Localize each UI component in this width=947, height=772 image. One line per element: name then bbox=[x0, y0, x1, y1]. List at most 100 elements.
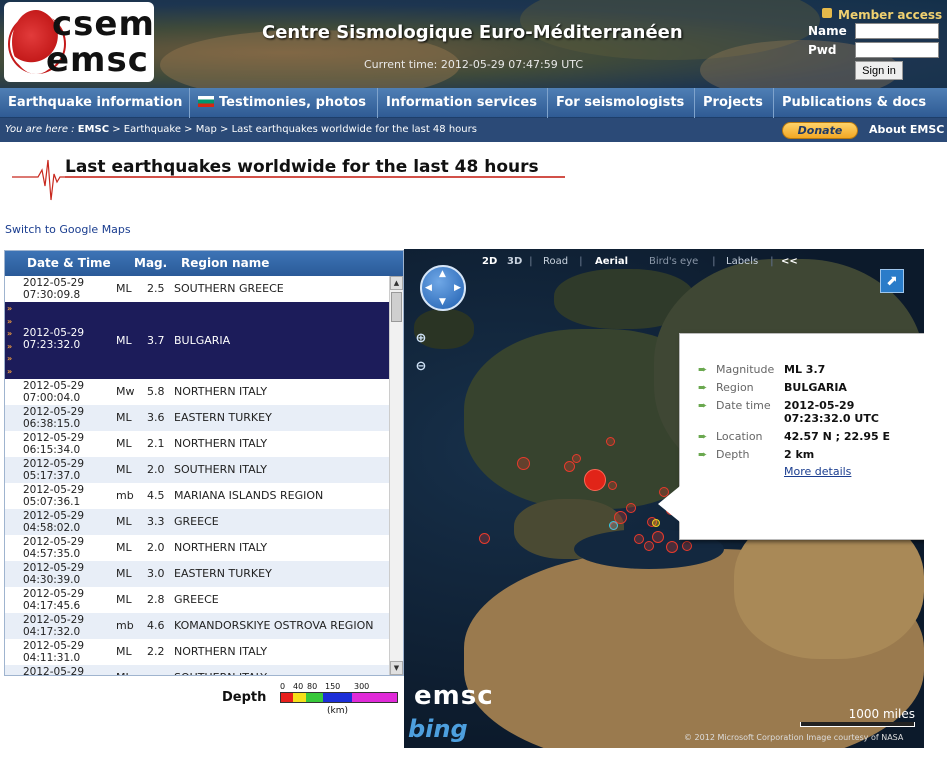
row-region: GREECE bbox=[174, 593, 219, 606]
map-aerial-button[interactable]: Aerial bbox=[595, 256, 628, 267]
map-collapse-toolbar-button[interactable]: << bbox=[781, 256, 798, 267]
nav-projects[interactable]: Projects bbox=[695, 88, 774, 118]
popup-time-value: 07:23:32.0 UTC bbox=[784, 412, 879, 425]
nav-publications-docs[interactable]: Publications & docs bbox=[774, 88, 947, 118]
popup-location-label: ➨ Location bbox=[698, 430, 763, 443]
quake-marker[interactable] bbox=[572, 454, 581, 463]
row-date-time: 2012-05-29 04:30:39.0 bbox=[23, 562, 103, 586]
more-details-link[interactable]: More details bbox=[784, 465, 851, 478]
row-region: EASTERN TURKEY bbox=[174, 567, 272, 580]
row-date: 2012-05-29 bbox=[23, 510, 85, 522]
nav-earthquake-information[interactable]: Earthquake information bbox=[0, 88, 190, 118]
column-header-date-time[interactable]: Date & Time bbox=[27, 251, 111, 276]
table-row[interactable]: 2012-05-29 05:17:37.0 ML 2.0 SOUTHERN ITALY bbox=[5, 457, 389, 483]
quake-marker[interactable] bbox=[517, 457, 530, 470]
breadcrumb-path[interactable]: > Earthquake > Map > Last earthquakes wo… bbox=[109, 124, 477, 135]
quake-marker[interactable] bbox=[626, 503, 636, 513]
map-copyright: © 2012 Microsoft Corporation Image court… bbox=[684, 733, 904, 742]
breadcrumb-prefix: You are here : bbox=[5, 124, 75, 135]
expand-map-icon[interactable]: ⬈ bbox=[880, 269, 904, 293]
quake-marker[interactable] bbox=[682, 541, 692, 551]
pan-up-arrow-icon[interactable]: ▲ bbox=[439, 269, 446, 279]
quake-marker[interactable] bbox=[606, 437, 615, 446]
table-row[interactable]: 2012-05-29 06:15:34.0 ML 2.1 NORTHERN ITALY bbox=[5, 431, 389, 457]
nav-information-services[interactable]: Information services bbox=[378, 88, 548, 118]
table-row[interactable]: 2012-05-29 07:30:09.8 ML 2.5 SOUTHERN GREECE bbox=[5, 276, 389, 302]
popup-date-label: ➨ Date time bbox=[698, 399, 771, 412]
bulgaria-flag-icon bbox=[198, 96, 214, 107]
bullet-arrow-icon: ➨ bbox=[698, 363, 708, 376]
map-labels-button[interactable]: Labels bbox=[726, 256, 758, 267]
table-row[interactable]: 2012-05-29 04:17:32.0 mb 4.6 KOMANDORSKIYE O… bbox=[5, 613, 389, 639]
earthquake-map[interactable]: 2D 3D | Road | Aerial Bird's eye | Label… bbox=[404, 249, 924, 748]
quake-marker[interactable] bbox=[608, 481, 617, 490]
sign-in-button[interactable]: Sign in bbox=[855, 61, 903, 80]
zoom-in-icon[interactable]: ⊕ bbox=[412, 330, 430, 348]
row-region: NORTHERN ITALY bbox=[174, 437, 268, 450]
map-view-3d-button[interactable]: 3D bbox=[507, 256, 522, 267]
zoom-out-icon[interactable]: ⊖ bbox=[412, 358, 430, 376]
switch-to-google-maps-link[interactable]: Switch to Google Maps bbox=[5, 223, 131, 236]
about-emsc-link[interactable]: About EMSC bbox=[869, 118, 944, 142]
quake-marker[interactable] bbox=[564, 461, 575, 472]
row-date: 2012-05-29 bbox=[23, 327, 85, 339]
lock-icon bbox=[822, 8, 832, 18]
row-time: 07:00:04.0 bbox=[23, 392, 81, 404]
depth-legend: Depth 0 40 80 150 300 (km) bbox=[222, 682, 412, 722]
row-region: SOUTHERN GREECE bbox=[174, 282, 284, 295]
nav-for-seismologists[interactable]: For seismologists bbox=[548, 88, 695, 118]
nav-label: Testimonies, photos bbox=[219, 95, 366, 110]
quake-marker-deep[interactable] bbox=[609, 521, 618, 530]
page-title: Last earthquakes worldwide for the last … bbox=[65, 157, 539, 177]
map-road-button[interactable]: Road bbox=[543, 256, 568, 267]
pan-down-arrow-icon[interactable]: ▼ bbox=[439, 297, 446, 307]
password-input[interactable] bbox=[855, 42, 939, 58]
table-row[interactable]: 2012-05-29 04:11:31.0 ML 2.2 NORTHERN ITALY bbox=[5, 639, 389, 665]
quake-marker-major[interactable] bbox=[584, 469, 606, 491]
donate-button[interactable]: Donate bbox=[782, 122, 858, 139]
row-magnitude-type: ML bbox=[116, 645, 132, 658]
bing-logo: bing bbox=[408, 715, 468, 743]
table-row[interactable]: 2012-05-29 04:57:35.0 ML 2.0 NORTHERN ITALY bbox=[5, 535, 389, 561]
popup-pointer bbox=[658, 486, 680, 522]
table-row[interactable]: 2012-05-29 06:38:15.0 ML 3.6 EASTERN TURKEY bbox=[5, 405, 389, 431]
pan-left-arrow-icon[interactable]: ◀ bbox=[425, 283, 432, 293]
quake-marker[interactable] bbox=[644, 541, 654, 551]
popup-magnitude-label-text: Magnitude bbox=[716, 363, 775, 376]
table-header: Date & Time Mag. Region name bbox=[5, 251, 403, 276]
table-row[interactable]: 2012-05-29 04:30:39.0 ML 3.0 EASTERN TURKEY bbox=[5, 561, 389, 587]
scroll-up-arrow-icon[interactable]: ▲ bbox=[390, 276, 403, 290]
table-row[interactable]: 2012-05-29 ML SOUTHERN ITALY bbox=[5, 665, 389, 675]
row-magnitude: 5.8 bbox=[147, 385, 165, 398]
quake-marker[interactable] bbox=[666, 541, 678, 553]
row-magnitude-type: ML bbox=[116, 282, 132, 295]
popup-location-value: 42.57 N ; 22.95 E bbox=[784, 430, 891, 443]
selected-row-marker-icon: » » » » » » bbox=[7, 304, 13, 376]
column-header-region[interactable]: Region name bbox=[181, 251, 269, 276]
table-row[interactable]: 2012-05-29 07:00:04.0 Mw 5.8 NORTHERN ITALY bbox=[5, 379, 389, 405]
quake-marker[interactable] bbox=[634, 534, 644, 544]
quake-marker[interactable] bbox=[652, 531, 664, 543]
nav-testimonies-photos[interactable]: Testimonies, photos bbox=[190, 88, 378, 118]
row-date-time: 2012-05-29 07:30:09.8 bbox=[23, 277, 103, 301]
table-row-selected[interactable]: » » » » » » 2012-05-29 07:23:32.0 ML 3.7 BULG… bbox=[5, 302, 389, 379]
pan-right-arrow-icon[interactable]: ▶ bbox=[454, 283, 461, 293]
name-input[interactable] bbox=[855, 23, 939, 39]
breadcrumb-root-link[interactable]: EMSC bbox=[78, 124, 109, 135]
quake-marker[interactable] bbox=[479, 533, 490, 544]
row-date-time: 2012-05-29 04:58:02.0 bbox=[23, 510, 103, 534]
row-magnitude-type: ML bbox=[116, 437, 132, 450]
column-header-magnitude[interactable]: Mag. bbox=[134, 251, 167, 276]
table-scrollbar[interactable]: ▲ ▼ bbox=[389, 276, 403, 675]
table-row[interactable]: 2012-05-29 04:58:02.0 ML 3.3 GREECE bbox=[5, 509, 389, 535]
scroll-down-arrow-icon[interactable]: ▼ bbox=[390, 661, 403, 675]
map-pan-control[interactable]: ▲ ▼ ◀ ▶ bbox=[420, 265, 466, 311]
site-logo[interactable]: csem emsc bbox=[4, 2, 154, 82]
row-region: KOMANDORSKIYE OSTROVA REGION bbox=[174, 619, 374, 632]
table-row[interactable]: 2012-05-29 05:07:36.1 mb 4.5 MARIANA ISLANDS… bbox=[5, 483, 389, 509]
scroll-thumb[interactable] bbox=[391, 292, 402, 322]
table-row[interactable]: 2012-05-29 04:17:45.6 ML 2.8 GREECE bbox=[5, 587, 389, 613]
map-birds-eye-button[interactable]: Bird's eye bbox=[649, 256, 698, 267]
map-view-2d-button[interactable]: 2D bbox=[482, 256, 497, 267]
depth-color-segment bbox=[281, 693, 293, 702]
